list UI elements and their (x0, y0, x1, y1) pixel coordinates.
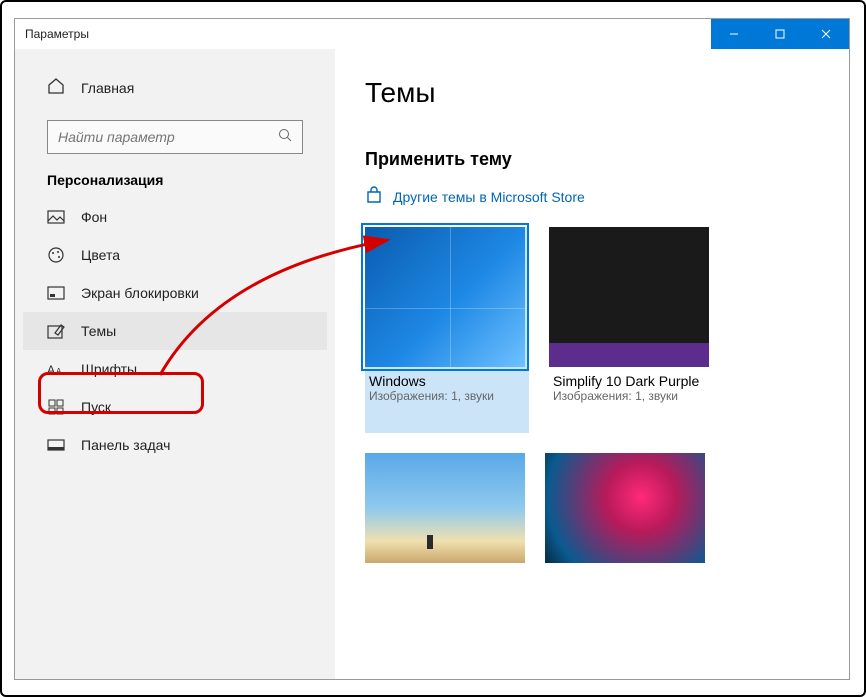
accent-strip (549, 343, 709, 367)
theme-preview (545, 453, 705, 563)
window-controls (711, 19, 849, 49)
themes-row-2 (365, 453, 819, 563)
main-panel: Темы Применить тему Другие темы в Micros… (335, 49, 849, 679)
sidebar-item-label: Темы (81, 323, 116, 339)
theme-name: Windows (365, 367, 529, 389)
window-title: Параметры (15, 27, 711, 41)
apply-theme-heading: Применить тему (365, 149, 819, 170)
theme-card[interactable] (545, 453, 705, 563)
sidebar-item-label: Шрифты (81, 361, 137, 377)
titlebar: Параметры (15, 19, 849, 49)
page-title: Темы (365, 77, 819, 109)
theme-card[interactable] (365, 453, 525, 563)
svg-text:A: A (47, 363, 55, 376)
sidebar-item-label: Пуск (81, 399, 111, 415)
sidebar-item-start[interactable]: Пуск (23, 388, 327, 426)
svg-text:A: A (56, 367, 62, 376)
store-link-label: Другие темы в Microsoft Store (393, 189, 585, 205)
sidebar-item-background[interactable]: Фон (23, 198, 327, 236)
palette-icon (47, 246, 65, 264)
content-area: Главная Персонализация Фон Цвета Экран б… (15, 49, 849, 679)
store-icon (365, 186, 383, 207)
theme-card-simplify[interactable]: Simplify 10 Dark Purple Изображения: 1, … (549, 227, 709, 433)
theme-subtitle: Изображения: 1, звуки (365, 389, 529, 403)
close-button[interactable] (803, 19, 849, 49)
theme-preview (365, 227, 525, 367)
theme-preview (549, 227, 709, 367)
search-icon (278, 128, 292, 147)
sidebar-item-label: Фон (81, 209, 107, 225)
themes-grid: Windows Изображения: 1, звуки Simplify 1… (365, 227, 819, 433)
search-box[interactable] (47, 120, 303, 154)
fonts-icon: AA (47, 360, 65, 378)
theme-name: Simplify 10 Dark Purple (549, 367, 709, 389)
sidebar-item-label: Экран блокировки (81, 285, 199, 301)
home-icon (47, 77, 65, 98)
home-label: Главная (81, 80, 134, 96)
sidebar-item-label: Цвета (81, 247, 120, 263)
lockscreen-icon (47, 284, 65, 302)
sidebar-item-taskbar[interactable]: Панель задач (23, 426, 327, 464)
minimize-button[interactable] (711, 19, 757, 49)
home-link[interactable]: Главная (23, 69, 327, 106)
sidebar-item-colors[interactable]: Цвета (23, 236, 327, 274)
sidebar: Главная Персонализация Фон Цвета Экран б… (15, 49, 335, 679)
taskbar-icon (47, 436, 65, 454)
sidebar-item-fonts[interactable]: AA Шрифты (23, 350, 327, 388)
theme-preview (365, 453, 525, 563)
store-link[interactable]: Другие темы в Microsoft Store (365, 186, 819, 207)
maximize-button[interactable] (757, 19, 803, 49)
start-icon (47, 398, 65, 416)
theme-card-windows[interactable]: Windows Изображения: 1, звуки (365, 227, 529, 433)
picture-icon (47, 208, 65, 226)
sidebar-item-lockscreen[interactable]: Экран блокировки (23, 274, 327, 312)
search-input[interactable] (58, 129, 278, 145)
themes-icon (47, 322, 65, 340)
section-header: Персонализация (23, 172, 327, 198)
sidebar-item-label: Панель задач (81, 437, 170, 453)
theme-subtitle: Изображения: 1, звуки (549, 389, 709, 403)
settings-window: Параметры Главная Персонализация Фон (14, 18, 850, 680)
sidebar-item-themes[interactable]: Темы (23, 312, 327, 350)
